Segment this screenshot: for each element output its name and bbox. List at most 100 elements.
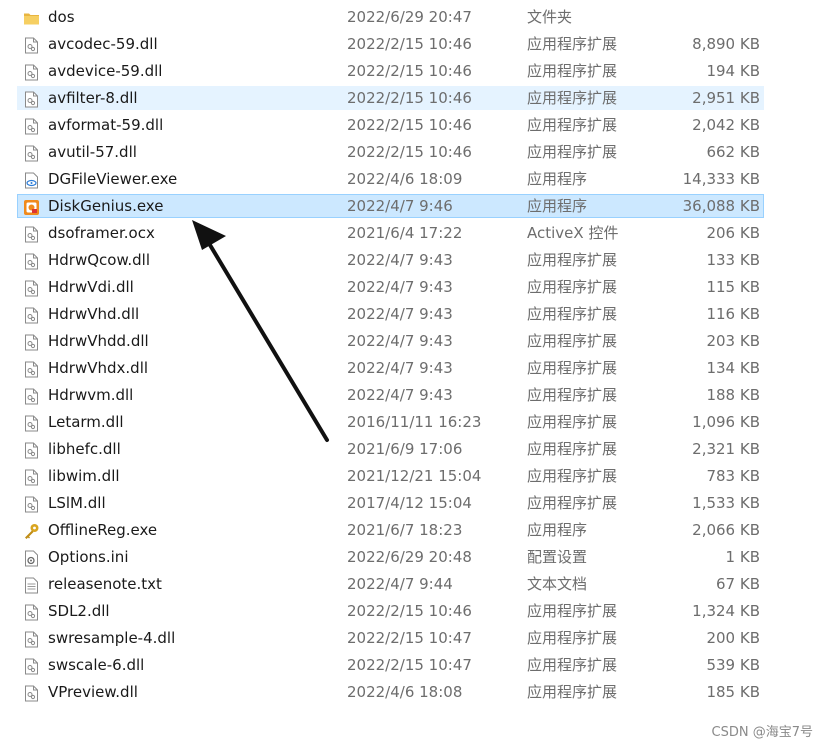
file-name: libhefc.dll bbox=[48, 440, 121, 458]
file-type: 应用程序扩展 bbox=[527, 251, 618, 269]
file-modified-date: 2022/2/15 10:47 bbox=[347, 629, 472, 647]
file-row[interactable]: DGFileViewer.exe 2022/4/6 18:09 应用程序 14,333… bbox=[0, 166, 827, 193]
file-size: 116 KB bbox=[706, 305, 760, 323]
file-type: 应用程序扩展 bbox=[527, 602, 618, 620]
file-row[interactable]: HdrwVhdx.dll 2022/4/7 9:43 应用程序扩展 134 KB bbox=[0, 355, 827, 382]
file-size: 67 KB bbox=[716, 575, 760, 593]
file-size: 539 KB bbox=[706, 656, 760, 674]
dll-file-icon bbox=[23, 306, 40, 324]
file-type: 应用程序扩展 bbox=[527, 143, 618, 161]
file-size: 662 KB bbox=[706, 143, 760, 161]
file-size: 1,096 KB bbox=[692, 413, 760, 431]
file-name: Letarm.dll bbox=[48, 413, 124, 431]
file-size: 1,324 KB bbox=[692, 602, 760, 620]
file-name: avdevice-59.dll bbox=[48, 62, 163, 80]
file-size: 200 KB bbox=[706, 629, 760, 647]
file-name: DiskGenius.exe bbox=[48, 197, 164, 215]
file-name: OfflineReg.exe bbox=[48, 521, 158, 539]
file-row[interactable]: avformat-59.dll 2022/2/15 10:46 应用程序扩展 2,04… bbox=[0, 112, 827, 139]
file-row[interactable]: VPreview.dll 2022/4/6 18:08 应用程序扩展 185 KB bbox=[0, 679, 827, 706]
text-file-icon bbox=[23, 576, 40, 594]
file-list: dos 2022/6/29 20:47 文件夹 avcodec-59.dll 2022/… bbox=[0, 4, 827, 706]
file-type: 应用程序扩展 bbox=[527, 359, 618, 377]
file-name: VPreview.dll bbox=[48, 683, 138, 701]
file-row[interactable]: dos 2022/6/29 20:47 文件夹 bbox=[0, 4, 827, 31]
file-type: 应用程序扩展 bbox=[527, 629, 618, 647]
file-modified-date: 2021/6/7 18:23 bbox=[347, 521, 463, 539]
file-size: 1,533 KB bbox=[692, 494, 760, 512]
file-modified-date: 2022/6/29 20:47 bbox=[347, 8, 472, 26]
file-row[interactable]: swresample-4.dll 2022/2/15 10:47 应用程序扩展 200… bbox=[0, 625, 827, 652]
file-type: 应用程序扩展 bbox=[527, 440, 618, 458]
file-row[interactable]: avcodec-59.dll 2022/2/15 10:46 应用程序扩展 8,890… bbox=[0, 31, 827, 58]
watermark: CSDN @海宝7号 bbox=[711, 725, 813, 740]
file-row[interactable]: Letarm.dll 2016/11/11 16:23 应用程序扩展 1,096 KB bbox=[0, 409, 827, 436]
file-name: avformat-59.dll bbox=[48, 116, 164, 134]
file-size: 206 KB bbox=[706, 224, 760, 242]
key-app-icon bbox=[23, 522, 40, 539]
file-modified-date: 2022/4/7 9:43 bbox=[347, 359, 453, 377]
file-modified-date: 2022/4/6 18:09 bbox=[347, 170, 463, 188]
file-name: LSlM.dll bbox=[48, 494, 106, 512]
file-row[interactable]: swscale-6.dll 2022/2/15 10:47 应用程序扩展 539 KB bbox=[0, 652, 827, 679]
file-size: 2,042 KB bbox=[692, 116, 760, 134]
file-type: 应用程序扩展 bbox=[527, 683, 618, 701]
dll-file-icon bbox=[23, 684, 40, 702]
file-modified-date: 2022/4/7 9:46 bbox=[347, 197, 453, 215]
file-row[interactable]: HdrwVhd.dll 2022/4/7 9:43 应用程序扩展 116 KB bbox=[0, 301, 827, 328]
file-modified-date: 2021/6/9 17:06 bbox=[347, 440, 463, 458]
file-type: 文件夹 bbox=[527, 8, 573, 26]
file-row[interactable]: Hdrwvm.dll 2022/4/7 9:43 应用程序扩展 188 KB bbox=[0, 382, 827, 409]
file-row[interactable]: releasenote.txt 2022/4/7 9:44 文本文档 67 KB bbox=[0, 571, 827, 598]
file-row[interactable]: SDL2.dll 2022/2/15 10:46 应用程序扩展 1,324 KB bbox=[0, 598, 827, 625]
file-size: 194 KB bbox=[706, 62, 760, 80]
file-size: 783 KB bbox=[706, 467, 760, 485]
file-type: 文本文档 bbox=[527, 575, 588, 593]
file-name: HdrwVdi.dll bbox=[48, 278, 134, 296]
file-type: 应用程序扩展 bbox=[527, 62, 618, 80]
file-row[interactable]: avfilter-8.dll 2022/2/15 10:46 应用程序扩展 2,951… bbox=[0, 85, 827, 112]
file-size: 14,333 KB bbox=[682, 170, 760, 188]
file-row[interactable]: avdevice-59.dll 2022/2/15 10:46 应用程序扩展 194 … bbox=[0, 58, 827, 85]
dll-file-icon bbox=[23, 252, 40, 270]
file-name: avcodec-59.dll bbox=[48, 35, 158, 53]
file-type: 应用程序扩展 bbox=[527, 116, 618, 134]
dll-file-icon bbox=[23, 333, 40, 351]
ini-file-icon bbox=[23, 549, 40, 567]
dll-file-icon bbox=[23, 279, 40, 297]
file-type: 应用程序扩展 bbox=[527, 332, 618, 350]
file-name: swresample-4.dll bbox=[48, 629, 176, 647]
file-modified-date: 2022/2/15 10:46 bbox=[347, 35, 472, 53]
file-row[interactable]: HdrwQcow.dll 2022/4/7 9:43 应用程序扩展 133 KB bbox=[0, 247, 827, 274]
file-name: dsoframer.ocx bbox=[48, 224, 155, 242]
file-row[interactable]: OfflineReg.exe 2021/6/7 18:23 应用程序 2,066 KB bbox=[0, 517, 827, 544]
file-modified-date: 2022/4/7 9:43 bbox=[347, 305, 453, 323]
file-row[interactable]: HdrwVdi.dll 2022/4/7 9:43 应用程序扩展 115 KB bbox=[0, 274, 827, 301]
file-row[interactable]: libwim.dll 2021/12/21 15:04 应用程序扩展 783 KB bbox=[0, 463, 827, 490]
diskgenius-app-icon bbox=[23, 198, 40, 215]
file-type: 应用程序 bbox=[527, 197, 588, 215]
file-row[interactable]: libhefc.dll 2021/6/9 17:06 应用程序扩展 2,321 KB bbox=[0, 436, 827, 463]
file-size: 203 KB bbox=[706, 332, 760, 350]
file-row[interactable]: HdrwVhdd.dll 2022/4/7 9:43 应用程序扩展 203 KB bbox=[0, 328, 827, 355]
dll-file-icon bbox=[23, 468, 40, 486]
file-type: ActiveX 控件 bbox=[527, 224, 619, 242]
dll-file-icon bbox=[23, 441, 40, 459]
file-size: 36,088 KB bbox=[682, 197, 760, 215]
file-name: HdrwQcow.dll bbox=[48, 251, 150, 269]
dll-file-icon bbox=[23, 495, 40, 513]
file-modified-date: 2022/4/7 9:43 bbox=[347, 332, 453, 350]
file-viewer-app-icon bbox=[23, 171, 40, 189]
file-modified-date: 2022/2/15 10:46 bbox=[347, 602, 472, 620]
file-name: HdrwVhd.dll bbox=[48, 305, 140, 323]
file-row[interactable]: dsoframer.ocx 2021/6/4 17:22 ActiveX 控件 206… bbox=[0, 220, 827, 247]
file-row[interactable]: Options.ini 2022/6/29 20:48 配置设置 1 KB bbox=[0, 544, 827, 571]
file-row[interactable]: DiskGenius.exe 2022/4/7 9:46 应用程序 36,088 KB bbox=[0, 193, 827, 220]
file-name: SDL2.dll bbox=[48, 602, 110, 620]
file-row[interactable]: avutil-57.dll 2022/2/15 10:46 应用程序扩展 662 KB bbox=[0, 139, 827, 166]
file-name: releasenote.txt bbox=[48, 575, 162, 593]
file-type: 应用程序扩展 bbox=[527, 413, 618, 431]
file-size: 1 KB bbox=[725, 548, 760, 566]
dll-file-icon bbox=[23, 90, 40, 108]
file-row[interactable]: LSlM.dll 2017/4/12 15:04 应用程序扩展 1,533 KB bbox=[0, 490, 827, 517]
